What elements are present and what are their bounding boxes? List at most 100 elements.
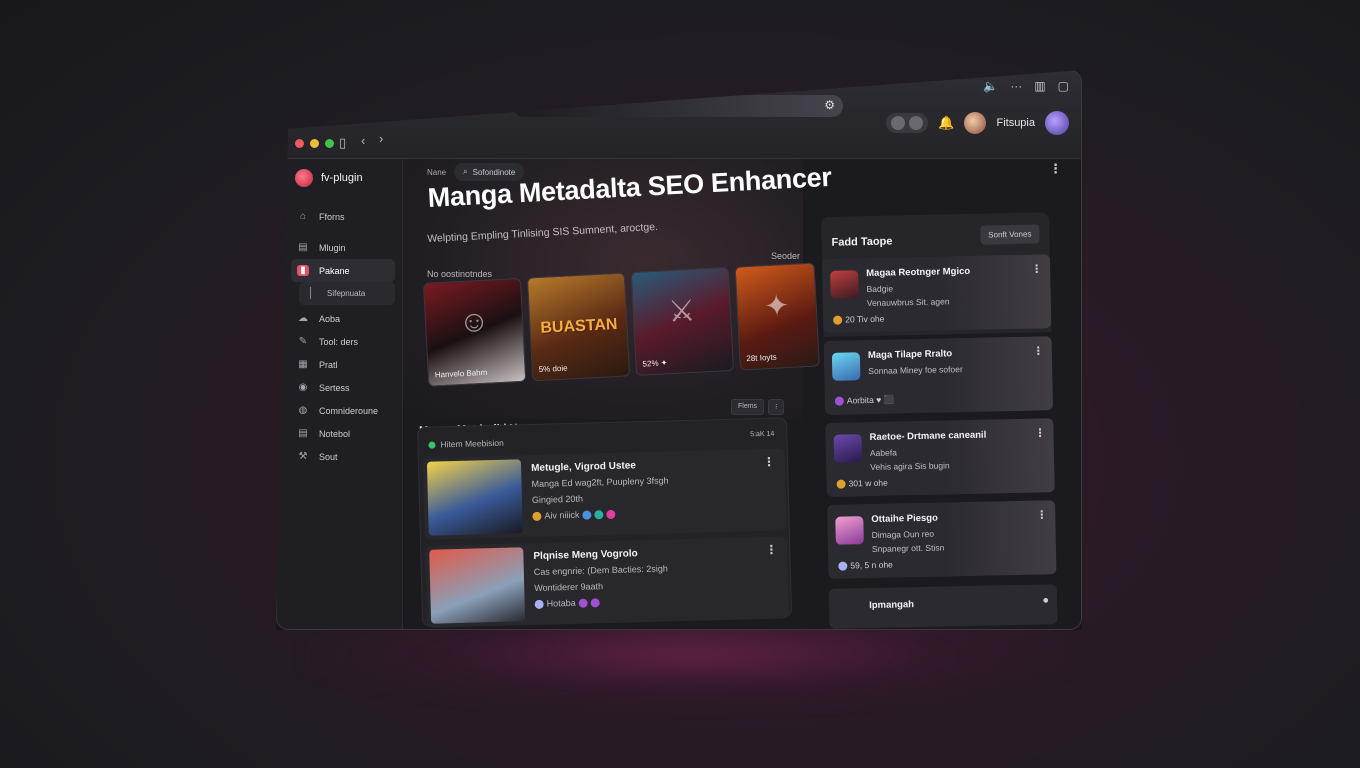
cover-card[interactable]: ☺ Hanvelo Bahm [423,277,527,387]
card-detail: Badgie [866,283,894,295]
sort-button[interactable]: Sonft Vones [980,224,1040,245]
options-button[interactable]: ⁝ [768,399,785,415]
avatar[interactable] [964,112,987,134]
sidebar-item-panel[interactable]: ▮ Pakane [291,259,395,282]
cover-card[interactable]: BUASTAN 5% doie [526,272,631,382]
sidebar-item-label: Pakane [319,265,350,276]
section-actions: Flems ⁝ [731,399,785,415]
manga-thumbnail [429,547,526,624]
address-bar[interactable]: ⚙ [513,95,843,117]
status-dot-icon [428,441,436,449]
close-window-button[interactable] [295,139,304,148]
manga-avatar [830,270,859,299]
item-detail: Cas engnrie: (Dem Bacties: 2sigh [533,563,668,577]
sidebar-item-label: Notebol [319,428,351,439]
card-title: Ipmangah [869,599,915,612]
tool-icon: ⚒ [298,451,308,462]
cover-card[interactable]: ⚔ 52% ✦ [630,266,735,376]
sidebar-item-security[interactable]: ◍ Comnideroune [291,399,395,422]
more-icon[interactable]: ··· [1010,79,1022,93]
maximize-window-button[interactable] [325,139,334,148]
avatar[interactable]: ● [1042,594,1049,606]
list-tag: 5:aK 14 [750,430,775,439]
main-content: Nane ⌕ Sofondinote ⋮ Manga Metadalta SEO… [403,159,1081,629]
list-header: Hitem Meebision [428,438,504,450]
more-options-icon[interactable]: ⋮ [763,455,775,469]
item-detail: Gingied 20th [531,493,584,506]
cover-card[interactable]: ✦ 28t Ioyts [734,262,820,371]
brand-logo-icon [295,169,313,187]
item-title: Plqnise Meng Vogrolo [533,548,638,562]
window-icon[interactable]: ▢ [1058,79,1069,93]
toggle-pill[interactable] [886,113,929,133]
metadata-list: Hitem Meebision 5:aK 14 Metugle, Vigrod … [417,417,793,628]
sidebar: fv-plugin ⌂ Fforns ▤ Mlugin ▮ Pakane │ Sifep… [277,159,403,629]
coin-icon [532,511,542,522]
more-options-icon[interactable]: ⋮ [1036,508,1047,521]
card-detail: Sonnaa Miney foe sofoer [868,364,963,377]
more-options-icon[interactable]: ⋮ [1031,262,1042,275]
notebook-icon: ▤ [298,428,308,439]
sidebar-item-cloud[interactable]: ☁ Aoba [291,307,395,330]
cloud-icon: ☁ [298,313,308,324]
sidebar-item-tools[interactable]: ✎ Tool: ders [291,330,395,353]
filter-button[interactable]: Flems [731,399,765,415]
chevron-left-icon[interactable]: ‹ [361,133,365,148]
username[interactable]: Fitsupia [996,117,1035,129]
profile-avatar[interactable] [1045,111,1069,135]
manga-avatar [831,352,861,381]
sidebar-item-label: Fforns [319,211,345,222]
more-options-icon[interactable]: ⋮ [765,543,777,557]
pen-icon: ✎ [298,336,308,347]
sidebar-item-grid[interactable]: ▦ Pratl [291,353,395,376]
account-bar: 🔔 Fitsupia [886,111,1069,135]
sidebar-item-view[interactable]: ◉ Sertess [291,376,395,399]
speaker-icon[interactable]: 🔈 [983,79,998,93]
home-icon: ⌂ [299,211,307,222]
more-options-icon[interactable]: ⋮ [1034,426,1045,439]
sidebar-item-label: Tool: ders [319,336,359,347]
list-header-label: Hitem Meebision [440,437,504,450]
bookmark-icon[interactable]: ▥ [1034,79,1045,93]
item-detail: Wontiderer 9aath [534,581,604,593]
feature-card[interactable]: Maga Tilape Rralto Sonnaa Miney foe sofo… [823,336,1054,415]
sidebar-item-home[interactable]: ⌂ Fforns [291,205,395,228]
sidebar-icon[interactable]: ▯ [339,135,346,151]
card-detail: Aabefa [869,447,898,459]
feature-card[interactable]: Ipmangah ● [828,584,1058,629]
list-item[interactable]: Metugle, Vigrod Ustee Manga Ed wag2ft, P… [422,448,787,540]
feature-card[interactable]: Ottaihe Piesgo Dimaga Oun reo Snpanegr o… [827,500,1057,579]
more-options-icon[interactable]: ⋮ [1049,161,1062,177]
card-title: Ottaihe Piesgo [871,512,938,526]
breadcrumb-item[interactable]: Nane [427,168,446,177]
sidebar-subitem[interactable]: │ Sifepnuata [299,282,395,305]
more-options-icon[interactable]: ⋮ [1033,344,1044,357]
sidebar-item-tool[interactable]: ⚒ Sout [291,445,395,468]
chevron-right-icon[interactable]: › [379,131,383,146]
cover-caption: 28t Ioyts [746,352,777,364]
tag-icon [834,396,844,406]
card-footer: 20 Tiv ohe [833,313,884,325]
bell-icon[interactable]: 🔔 [938,115,954,131]
feature-card[interactable]: Magaa Reotnger Mgico Badgie Venauwbrus S… [821,254,1052,333]
manga-avatar [835,516,864,545]
card-footer: 59, 5 n ohe [838,559,893,571]
sidebar-item-plugin[interactable]: ▤ Mlugin [291,236,395,259]
cover-caption: 52% ✦ [642,358,668,369]
feature-card[interactable]: Raetoe- Drtmane caneanil Aabefa Vehis ag… [825,418,1055,497]
cover-carousel: ☺ Hanvelo Bahm BUASTAN 5% doie ⚔ 52% ✦ ✦… [423,262,820,387]
card-footer: 301 w ohe [836,477,888,489]
covers-side-label[interactable]: Seoder [771,251,800,261]
cover-art-text: BUASTAN [540,315,618,337]
minimize-window-button[interactable] [310,139,319,148]
item-meta: Hotaba [534,597,603,610]
window-controls [295,139,334,148]
brand[interactable]: fv-plugin [295,169,363,187]
search-placeholder: Sofondinote [472,167,516,177]
list-item[interactable]: Plqnise Meng Vogrolo Cas engnrie: (Dem B… [425,536,790,628]
settings-icon[interactable]: ⚙ [824,98,835,112]
sidebar-item-label: Pratl [319,359,338,370]
sidebar-item-label: Sifepnuata [327,289,366,298]
sidebar-item-notebook[interactable]: ▤ Notebol [291,422,395,445]
sidebar-item-label: Comnideroune [319,405,379,416]
